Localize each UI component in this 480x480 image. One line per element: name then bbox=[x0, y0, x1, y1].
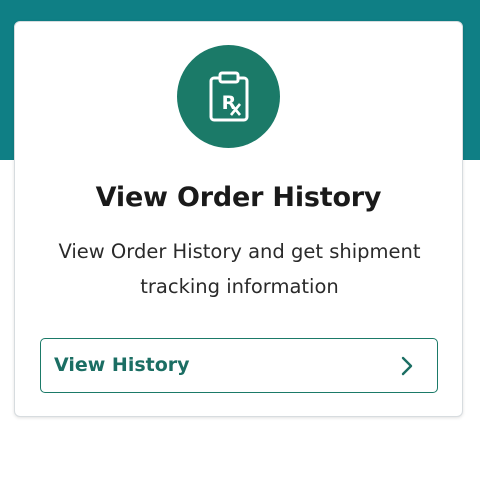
view-history-button-label: View History bbox=[54, 354, 190, 376]
card-title: View Order History bbox=[95, 182, 382, 213]
prescription-clipboard-glyph: R bbox=[209, 71, 248, 121]
card-description: View Order History and get shipment trac… bbox=[58, 240, 421, 298]
chevron-right-icon bbox=[401, 356, 413, 376]
view-history-button[interactable]: View History bbox=[40, 338, 438, 393]
order-history-card: R View Order History View Order History … bbox=[14, 21, 463, 417]
prescription-clipboard-icon: R bbox=[177, 45, 280, 148]
page: R View Order History View Order History … bbox=[0, 0, 480, 480]
